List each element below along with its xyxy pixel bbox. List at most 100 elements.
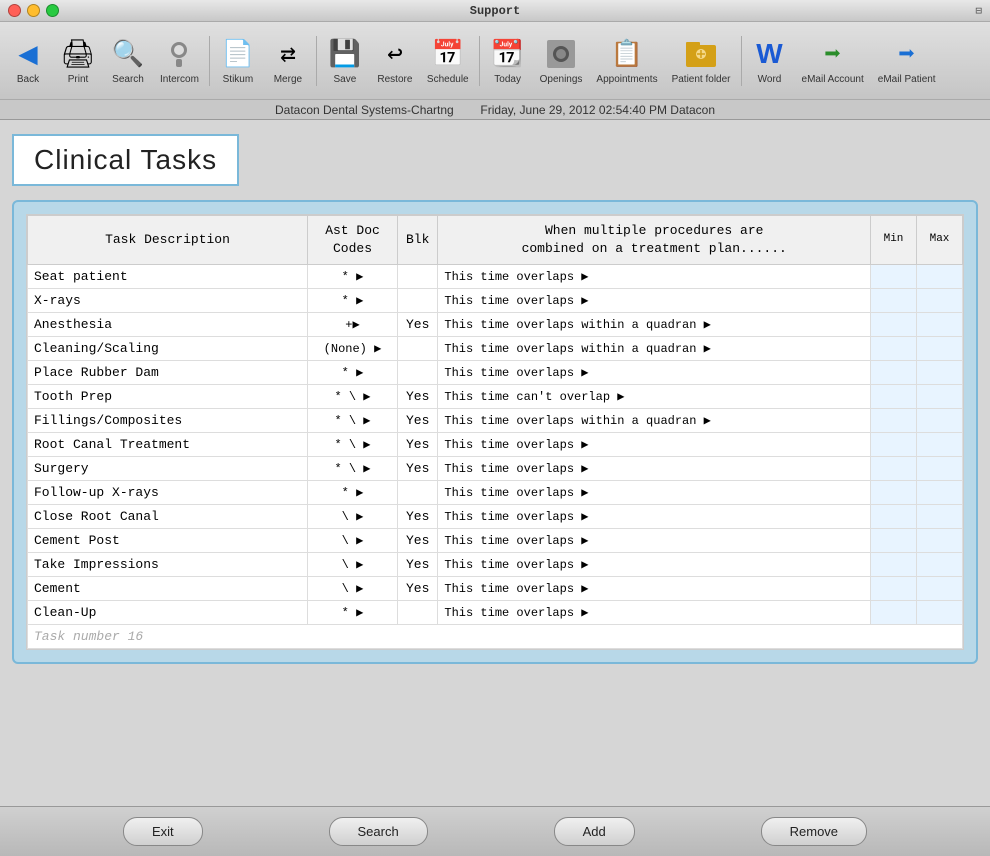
save-icon: 💾 bbox=[327, 36, 363, 72]
toolbar-patient-folder[interactable]: Patient folder bbox=[666, 32, 737, 89]
cell-overlap: This time overlaps ▶ bbox=[438, 481, 871, 505]
header-max: Max bbox=[917, 216, 963, 265]
remove-button[interactable]: Remove bbox=[761, 817, 867, 846]
cell-max[interactable] bbox=[917, 577, 963, 601]
cell-min[interactable] bbox=[871, 529, 917, 553]
toolbar-schedule[interactable]: 📅 Schedule bbox=[421, 32, 475, 89]
table-row[interactable]: Anesthesia +▶YesThis time overlaps withi… bbox=[28, 313, 963, 337]
window-controls[interactable] bbox=[8, 4, 59, 17]
toolbar-print[interactable]: 🖨 Print bbox=[54, 32, 102, 89]
cell-min[interactable] bbox=[871, 577, 917, 601]
cell-max[interactable] bbox=[917, 553, 963, 577]
table-row[interactable]: Cement\ ▶YesThis time overlaps ▶ bbox=[28, 577, 963, 601]
cell-max[interactable] bbox=[917, 481, 963, 505]
toolbar-intercom[interactable]: Intercom bbox=[154, 32, 205, 89]
table-row[interactable]: X-rays* ▶This time overlaps ▶ bbox=[28, 289, 963, 313]
status-left: Datacon Dental Systems-Chartng bbox=[275, 103, 454, 117]
collapse-icon[interactable]: ⊟ bbox=[975, 4, 982, 18]
cell-max[interactable] bbox=[917, 361, 963, 385]
table-row[interactable]: Tooth Prep* \ ▶YesThis time can't overla… bbox=[28, 385, 963, 409]
table-row[interactable]: Take Impressions\ ▶YesThis time overlaps… bbox=[28, 553, 963, 577]
openings-label: Openings bbox=[540, 74, 583, 85]
table-row[interactable]: Follow-up X-rays* ▶This time overlaps ▶ bbox=[28, 481, 963, 505]
cell-overlap: This time overlaps ▶ bbox=[438, 529, 871, 553]
header-overlap: When multiple procedures arecombined on … bbox=[438, 216, 871, 265]
table-row[interactable]: Cement Post\ ▶YesThis time overlaps ▶ bbox=[28, 529, 963, 553]
cell-overlap: This time overlaps ▶ bbox=[438, 289, 871, 313]
header-ast-doc-codes: Ast DocCodes bbox=[308, 216, 398, 265]
toolbar-save[interactable]: 💾 Save bbox=[321, 32, 369, 89]
cell-min[interactable] bbox=[871, 457, 917, 481]
toolbar-word[interactable]: W Word bbox=[746, 32, 794, 89]
table-row[interactable]: Seat patient* ▶This time overlaps ▶ bbox=[28, 265, 963, 289]
add-button[interactable]: Add bbox=[554, 817, 635, 846]
minimize-button[interactable] bbox=[27, 4, 40, 17]
cell-ast: * ▶ bbox=[308, 289, 398, 313]
cell-min[interactable] bbox=[871, 433, 917, 457]
cell-max[interactable] bbox=[917, 409, 963, 433]
cell-task: Anesthesia bbox=[28, 313, 308, 337]
toolbar-today[interactable]: 📆 Today bbox=[484, 32, 532, 89]
toolbar-back[interactable]: ◀ Back bbox=[4, 32, 52, 89]
cell-min[interactable] bbox=[871, 505, 917, 529]
restore-icon: ↩ bbox=[377, 36, 413, 72]
toolbar: ◀ Back 🖨 Print 🔍 Search Intercom 📄 Stiku… bbox=[0, 22, 990, 100]
cell-overlap: This time overlaps ▶ bbox=[438, 457, 871, 481]
cell-blk: Yes bbox=[398, 577, 438, 601]
table-row[interactable]: Close Root Canal\ ▶YesThis time overlaps… bbox=[28, 505, 963, 529]
cell-max[interactable] bbox=[917, 313, 963, 337]
table-row[interactable]: Root Canal Treatment* \ ▶YesThis time ov… bbox=[28, 433, 963, 457]
toolbar-openings[interactable]: Openings bbox=[534, 32, 589, 89]
clinical-tasks-title-box: Clinical Tasks bbox=[12, 134, 239, 186]
table-row[interactable]: Place Rubber Dam* ▶This time overlaps ▶ bbox=[28, 361, 963, 385]
cell-min[interactable] bbox=[871, 385, 917, 409]
cell-max[interactable] bbox=[917, 505, 963, 529]
table-row[interactable]: Surgery* \ ▶YesThis time overlaps ▶ bbox=[28, 457, 963, 481]
cell-min[interactable] bbox=[871, 361, 917, 385]
placeholder-row[interactable]: Task number 16 bbox=[28, 625, 963, 649]
cell-min[interactable] bbox=[871, 481, 917, 505]
cell-max[interactable] bbox=[917, 385, 963, 409]
cell-max[interactable] bbox=[917, 337, 963, 361]
cell-min[interactable] bbox=[871, 601, 917, 625]
search-button[interactable]: Search bbox=[329, 817, 428, 846]
toolbar-merge[interactable]: ⇄ Merge bbox=[264, 32, 312, 89]
cell-blk bbox=[398, 265, 438, 289]
cell-min[interactable] bbox=[871, 265, 917, 289]
toolbar-email-account[interactable]: ➡ eMail Account bbox=[796, 32, 870, 89]
cell-min[interactable] bbox=[871, 289, 917, 313]
cell-max[interactable] bbox=[917, 265, 963, 289]
main-content: Clinical Tasks Task Description Ast DocC… bbox=[0, 120, 990, 806]
close-button[interactable] bbox=[8, 4, 21, 17]
merge-icon: ⇄ bbox=[270, 36, 306, 72]
toolbar-restore[interactable]: ↩ Restore bbox=[371, 32, 419, 89]
cell-max[interactable] bbox=[917, 601, 963, 625]
cell-blk: Yes bbox=[398, 529, 438, 553]
cell-max[interactable] bbox=[917, 289, 963, 313]
print-label: Print bbox=[68, 74, 89, 85]
divider-4 bbox=[741, 36, 742, 86]
cell-max[interactable] bbox=[917, 529, 963, 553]
cell-blk bbox=[398, 289, 438, 313]
print-icon: 🖨 bbox=[60, 36, 96, 72]
table-row[interactable]: Fillings/Composites* \ ▶YesThis time ove… bbox=[28, 409, 963, 433]
cell-max[interactable] bbox=[917, 433, 963, 457]
cell-task: Cement bbox=[28, 577, 308, 601]
divider-1 bbox=[209, 36, 210, 86]
exit-button[interactable]: Exit bbox=[123, 817, 203, 846]
cell-min[interactable] bbox=[871, 409, 917, 433]
cell-min[interactable] bbox=[871, 313, 917, 337]
table-row[interactable]: Cleaning/Scaling(None) ▶This time overla… bbox=[28, 337, 963, 361]
maximize-button[interactable] bbox=[46, 4, 59, 17]
search-label: Search bbox=[112, 74, 144, 85]
cell-ast: (None) ▶ bbox=[308, 337, 398, 361]
cell-min[interactable] bbox=[871, 553, 917, 577]
toolbar-stikum[interactable]: 📄 Stikum bbox=[214, 32, 262, 89]
toolbar-search[interactable]: 🔍 Search bbox=[104, 32, 152, 89]
toolbar-email-patient[interactable]: ➡ eMail Patient bbox=[872, 32, 942, 89]
cell-min[interactable] bbox=[871, 337, 917, 361]
schedule-label: Schedule bbox=[427, 74, 469, 85]
toolbar-appointments[interactable]: 📋 Appointments bbox=[590, 32, 663, 89]
table-row[interactable]: Clean-Up* ▶This time overlaps ▶ bbox=[28, 601, 963, 625]
cell-max[interactable] bbox=[917, 457, 963, 481]
